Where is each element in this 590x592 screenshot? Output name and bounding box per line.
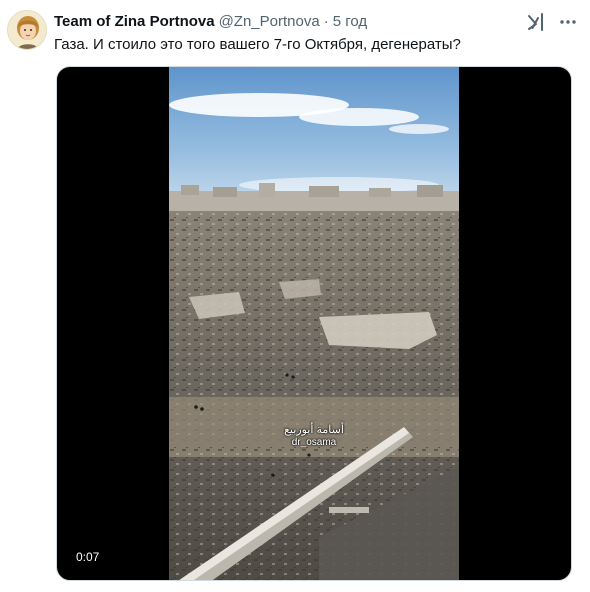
video-thumbnail: [169, 67, 459, 580]
more-options-icon: [560, 20, 576, 24]
grok-icon: [528, 13, 543, 31]
video-watermark-arabic: أسامة أبوربيع: [284, 424, 344, 436]
header-separator: ·: [323, 13, 329, 30]
author-name[interactable]: Team of Zina Portnova: [54, 13, 215, 31]
video-timecode: 0:07: [71, 549, 105, 566]
video-frame[interactable]: أسامة أبوربيع dr_osama: [169, 67, 459, 580]
more-options-button[interactable]: [554, 9, 582, 35]
video-player[interactable]: أسامة أبوربيع dr_osama 0:07: [56, 66, 572, 581]
tweet-text: Газа. И стоило это того вашего 7-го Октя…: [54, 36, 461, 53]
tweet[interactable]: Team of Zina Portnova @Zn_Portnova · 5 г…: [0, 0, 590, 592]
author-avatar[interactable]: [7, 10, 47, 50]
tweet-timestamp[interactable]: 5 год: [333, 13, 367, 31]
avatar-portrait-icon: [8, 11, 46, 49]
author-handle[interactable]: @Zn_Portnova: [219, 13, 320, 31]
tweet-header: Team of Zina Portnova @Zn_Portnova · 5 г…: [54, 13, 367, 31]
grok-button[interactable]: [523, 9, 549, 35]
video-watermark-handle: dr_osama: [291, 437, 337, 448]
